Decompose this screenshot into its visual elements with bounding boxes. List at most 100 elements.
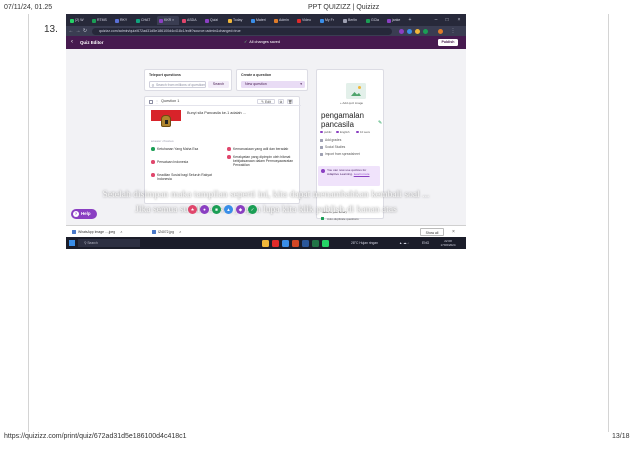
- subject-link[interactable]: Social Studies: [320, 145, 345, 149]
- maximize-icon[interactable]: □: [443, 14, 451, 26]
- quiz-timer[interactable]: 10 secs: [356, 130, 370, 134]
- duplicate-checkbox[interactable]: [321, 217, 325, 221]
- question-card: ⋮ Question 1 ✎ Edit ⧉ 🗑 Bunyi sila Panca…: [144, 96, 301, 204]
- powerpoint-icon[interactable]: [292, 239, 299, 247]
- quiz-image-placeholder[interactable]: [346, 83, 366, 99]
- browser-tab[interactable]: CHAT: [134, 16, 156, 25]
- download-item[interactable]: WhatsApp Image ....jpeg: [72, 228, 123, 236]
- browser-tab[interactable]: ASDA: [180, 16, 202, 25]
- create-label: Create a question: [241, 73, 272, 77]
- edge-icon[interactable]: [282, 239, 289, 247]
- whatsapp-icon[interactable]: [322, 239, 329, 247]
- answer-option: Kerakyatan yang dipimpin oleh hikmat keb…: [227, 155, 297, 168]
- address-bar: ← → ↻ quizizz.com/admin/quiz/672ad31d5e1…: [66, 26, 466, 36]
- quiz-name: pengamalan pancasila: [321, 111, 364, 129]
- browser-tab[interactable]: Quizi: [203, 16, 225, 25]
- browser-tab[interactable]: Today: [226, 16, 248, 25]
- print-page-title: PPT QUIZIZZ | Quizizz: [308, 4, 380, 11]
- windows-start-icon[interactable]: [69, 240, 75, 246]
- url-field[interactable]: quizizz.com/admin/quiz/672ad31d5e186100d…: [92, 27, 392, 35]
- new-tab-icon[interactable]: +: [406, 14, 414, 26]
- taskbar-search[interactable]: ⚲ Search: [78, 239, 140, 247]
- adaptive-learning-banner: You can now use quizzes for Adaptive Lea…: [318, 166, 380, 186]
- question-text: Bunyi sila Pancasila ke-1 adalah ...: [187, 111, 246, 115]
- drag-handle-icon[interactable]: ⋮: [155, 97, 159, 106]
- reaction-icon: ★: [188, 205, 197, 214]
- reload-icon[interactable]: ↻: [82, 26, 88, 36]
- reaction-icon: ◆: [236, 205, 245, 214]
- add-quiz-image-link[interactable]: + Add quiz image: [340, 101, 363, 105]
- browser-tab[interactable]: Video: [295, 16, 317, 25]
- chrome-icon[interactable]: [272, 239, 279, 247]
- excel-icon[interactable]: [312, 239, 319, 247]
- quiz-language[interactable]: English: [336, 130, 349, 134]
- teleport-label: Teleport questions: [149, 73, 181, 77]
- right-border: [608, 14, 609, 432]
- language-indicator[interactable]: ENG: [422, 237, 429, 249]
- edit-question-button[interactable]: ✎ Edit: [257, 99, 275, 104]
- browser-tab[interactable]: (2) W: [68, 16, 88, 25]
- question-title: Question 1: [161, 99, 180, 103]
- quiz-visibility[interactable]: public: [320, 130, 332, 134]
- print-url: https://quizizz.com/print/quiz/672ad31d5…: [4, 433, 187, 440]
- browser-tab[interactable]: My Fr: [318, 16, 340, 25]
- teleport-search-button[interactable]: Search: [208, 81, 229, 88]
- teleport-search-input[interactable]: ⚲ Search from millions of questions: [149, 81, 206, 88]
- answer-option: Kemanusiaan yang adil dan beradab: [227, 147, 297, 152]
- file-explorer-icon[interactable]: [262, 239, 269, 247]
- info-icon: [321, 169, 325, 173]
- answer-choices-label: answer choices: [151, 139, 174, 143]
- profile-avatar[interactable]: [438, 28, 443, 34]
- help-button[interactable]: Help: [71, 209, 97, 219]
- extension-icon[interactable]: [399, 28, 404, 34]
- windows-taskbar: ⚲ Search 28°C Hujan ringan ▲ ☁ ♩ ENG 22:…: [66, 237, 466, 249]
- caption-line-2: Jika semua sudah selesai, jangan lupa ki…: [135, 204, 397, 215]
- browser-tab[interactable]: janke: [385, 16, 405, 25]
- minimize-icon[interactable]: –: [432, 14, 440, 26]
- extension-icon[interactable]: [407, 28, 412, 34]
- weather-widget[interactable]: 28°C Hujan ringan: [351, 237, 378, 249]
- back-icon[interactable]: ←: [68, 26, 74, 36]
- print-datetime: 07/11/24, 01.25: [4, 4, 53, 11]
- reaction-icon: ✓: [248, 205, 257, 214]
- reaction-icon: ▲: [224, 205, 233, 214]
- word-icon[interactable]: [302, 239, 309, 247]
- new-question-button[interactable]: New question ▾: [241, 81, 305, 88]
- reaction-icon: ■: [212, 205, 221, 214]
- forward-icon[interactable]: →: [75, 26, 81, 36]
- editor-title: Quiz Editor: [80, 40, 104, 45]
- answer-option: Keadilan Sosial bagi Seluruh Rakyat Indo…: [151, 173, 227, 181]
- check-icon: ✓: [244, 40, 248, 44]
- back-arrow-icon[interactable]: ‹: [71, 36, 73, 49]
- duplicate-icon[interactable]: ⧉: [278, 99, 284, 104]
- browser-tab[interactable]: RKY: [113, 16, 133, 25]
- browser-tab[interactable]: GCla: [364, 16, 384, 25]
- question-select-checkbox[interactable]: [149, 99, 153, 104]
- edit-pencil-icon[interactable]: ✎: [378, 120, 382, 126]
- browser-tab-bar: (2) W RTMS RKY CHAT KKR × ASDA Quizi Tod…: [66, 14, 466, 26]
- add-grades-link[interactable]: Add grades: [320, 138, 341, 142]
- download-item[interactable]: IZ4072.jpg: [152, 228, 182, 236]
- downloads-bar: WhatsApp Image ....jpeg IZ4072.jpg Show …: [66, 225, 466, 237]
- delete-icon[interactable]: 🗑: [287, 99, 293, 104]
- extension-icon[interactable]: [415, 28, 420, 34]
- browser-tab[interactable]: RTMS: [90, 16, 112, 25]
- question-card-header: ⋮ Question 1 ✎ Edit ⧉ 🗑: [145, 97, 301, 106]
- browser-tab[interactable]: Admin: [272, 16, 294, 25]
- question-number: 13.: [44, 24, 58, 35]
- browser-tab-active[interactable]: KKR ×: [157, 16, 179, 25]
- browser-tab[interactable]: Materi: [249, 16, 271, 25]
- quiz-editor-header: ‹ Quiz Editor ✓ All changes saved Publish: [66, 36, 466, 49]
- taskbar-clock[interactable]: 22:08 17/06/2024: [437, 239, 459, 248]
- import-spreadsheet-link[interactable]: Import from spreadsheet: [320, 152, 360, 156]
- extension-icon[interactable]: [423, 28, 428, 34]
- publish-button[interactable]: Publish: [438, 39, 458, 46]
- system-tray-icons[interactable]: ▲ ☁ ♩: [399, 237, 411, 249]
- learn-more-link[interactable]: Learn more: [354, 172, 370, 176]
- show-all-downloads-button[interactable]: Show all: [420, 228, 444, 236]
- close-window-icon[interactable]: ×: [455, 14, 463, 26]
- save-status: ✓ All changes saved: [244, 40, 281, 44]
- caption-line-1: Setelah disimpan maka tampilan seperti i…: [102, 189, 430, 200]
- browser-tab[interactable]: Berlin: [341, 16, 363, 25]
- browser-menu-icon[interactable]: ⋮: [450, 26, 456, 36]
